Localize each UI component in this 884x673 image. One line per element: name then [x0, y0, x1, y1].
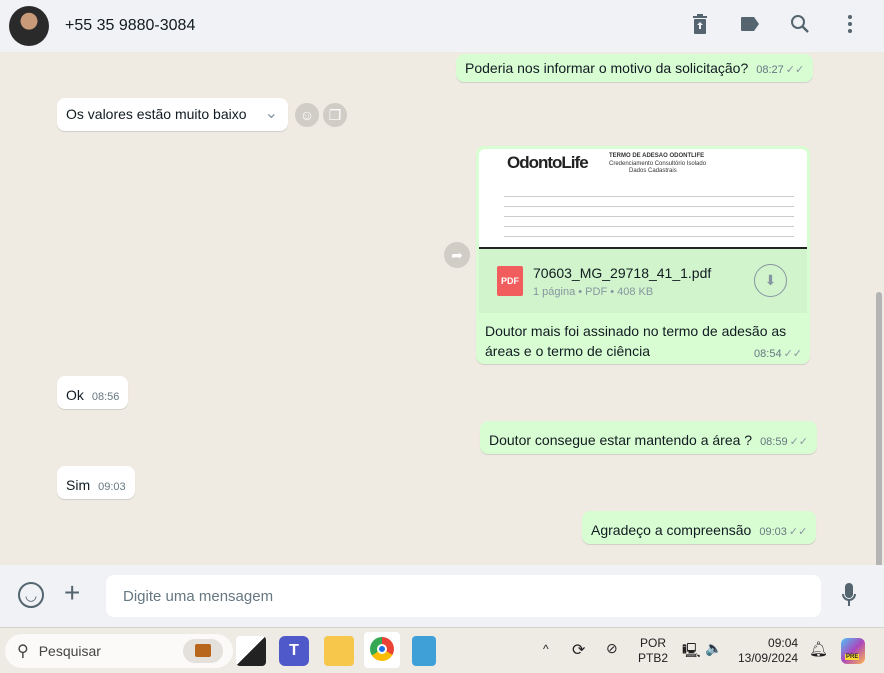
time: 09:04 [768, 636, 799, 650]
double-check-icon: ✓✓ [788, 526, 808, 538]
search-label: Pesquisar [38, 643, 101, 659]
preview-form-lines [504, 187, 794, 243]
sync-icon[interactable]: ⟳ [572, 640, 585, 660]
menu-icon[interactable] [838, 12, 862, 36]
message-time: 09:03 [759, 526, 787, 538]
file-meta: 1 página • PDF • 408 KB [533, 285, 654, 298]
language-indicator[interactable]: POR PTB2 [638, 636, 668, 666]
keyboard-layout: PTB2 [638, 651, 669, 665]
message-text: Doutor consegue estar mantendo a área ? [489, 432, 753, 448]
copilot-icon[interactable]: PRE [841, 638, 865, 664]
odontolife-logo: OdontoLife [507, 153, 589, 172]
document-message[interactable]: OdontoLife TERMO DE ADESAO ODONTLIFE Cre… [476, 146, 810, 364]
file-name: 70603_MG_29718_41_1.pdf [533, 264, 712, 281]
app-icon-chrome[interactable] [364, 632, 400, 668]
double-check-icon: ✓✓ [783, 348, 802, 360]
taskbar-search[interactable]: ⚲ Pesquisar [5, 634, 233, 668]
message-text: Poderia nos informar o motivo da solicit… [465, 60, 749, 76]
app-icon-terminal[interactable] [236, 636, 266, 666]
preview-subtitle: Credenciamento Consultório Isolado [609, 161, 707, 167]
network-icon[interactable]: 🖳 [682, 640, 701, 664]
emoji-reaction-icon[interactable]: ☺ [295, 103, 319, 127]
message-incoming[interactable]: Os valores estão muito baixo ⌄ [57, 98, 288, 131]
double-check-icon: ✓✓ [785, 64, 805, 76]
message-text: Agradeço a compreensão [591, 522, 752, 538]
pdf-icon: PDF [497, 266, 523, 296]
message-incoming[interactable]: Sim 09:03 [57, 466, 135, 499]
preview-badge: PRE [845, 654, 860, 660]
message-outgoing[interactable]: Poderia nos informar o motivo da solicit… [456, 54, 814, 82]
copy-icon[interactable]: ❐ [323, 103, 347, 127]
search-icon[interactable] [788, 12, 812, 36]
composer: ◡ + Digite uma mensagem [0, 565, 884, 627]
emoji-icon[interactable]: ◡ [18, 582, 44, 608]
download-icon[interactable]: ⬇ [754, 264, 787, 297]
scrollbar-thumb[interactable] [876, 292, 882, 602]
message-time: 08:59 [760, 436, 788, 448]
message-time: 09:03 [98, 481, 126, 493]
message-incoming[interactable]: Ok 08:56 [57, 376, 129, 409]
message-outgoing[interactable]: Agradeço a compreensão 09:03 ✓✓ [582, 511, 817, 544]
bell-icon[interactable]: 🔔︎ [809, 640, 828, 658]
attach-plus-icon[interactable]: + [64, 578, 80, 608]
chevron-up-icon[interactable]: ^ [543, 642, 549, 656]
document-preview[interactable]: OdontoLife TERMO DE ADESAO ODONTLIFE Cre… [479, 149, 807, 249]
forward-icon[interactable]: ➦ [444, 242, 470, 268]
volume-icon[interactable]: 🔈 [705, 640, 722, 657]
app-icon-teams[interactable]: T [279, 636, 309, 666]
microphone-icon[interactable] [842, 583, 856, 612]
message-text: Ok [66, 387, 84, 403]
notifications-off-icon[interactable]: ⊘ [606, 640, 618, 657]
contact-avatar[interactable] [9, 6, 49, 46]
message-time: 08:56 [91, 391, 120, 403]
taskbar: ⚲ Pesquisar T ^ ⟳ ⊘ POR PTB2 🖳 🔈 09:04 13/… [0, 627, 884, 673]
search-icon: ⚲ [17, 643, 29, 660]
app-icon-notepad[interactable] [412, 636, 436, 666]
double-check-icon: ✓✓ [789, 436, 809, 448]
language-code: POR [640, 636, 667, 650]
date: 13/09/2024 [738, 651, 799, 665]
briefcase-icon [183, 639, 223, 663]
preview-title: TERMO DE ADESAO ODONTLIFE [609, 153, 705, 159]
message-input[interactable]: Digite uma mensagem [106, 575, 821, 617]
chevron-down-icon[interactable]: ⌄ [265, 103, 278, 123]
message-text: Sim [66, 477, 91, 493]
message-time: 08:27 [756, 64, 784, 76]
contact-name[interactable]: +55 35 9880-3084 [65, 17, 195, 35]
app-icon-file-explorer[interactable] [324, 636, 354, 666]
delete-icon[interactable] [688, 12, 712, 36]
preview-section: Dados Cadastrais [629, 168, 677, 174]
message-time: 08:54 [754, 348, 782, 360]
clock[interactable]: 09:04 13/09/2024 [738, 636, 798, 666]
message-outgoing[interactable]: Doutor consegue estar mantendo a área ? 0… [480, 421, 818, 454]
label-icon[interactable] [738, 12, 762, 36]
message-text: Os valores estão muito baixo [66, 106, 247, 122]
chat-header: +55 35 9880-3084 [0, 0, 884, 52]
scrollbar[interactable] [874, 52, 884, 602]
